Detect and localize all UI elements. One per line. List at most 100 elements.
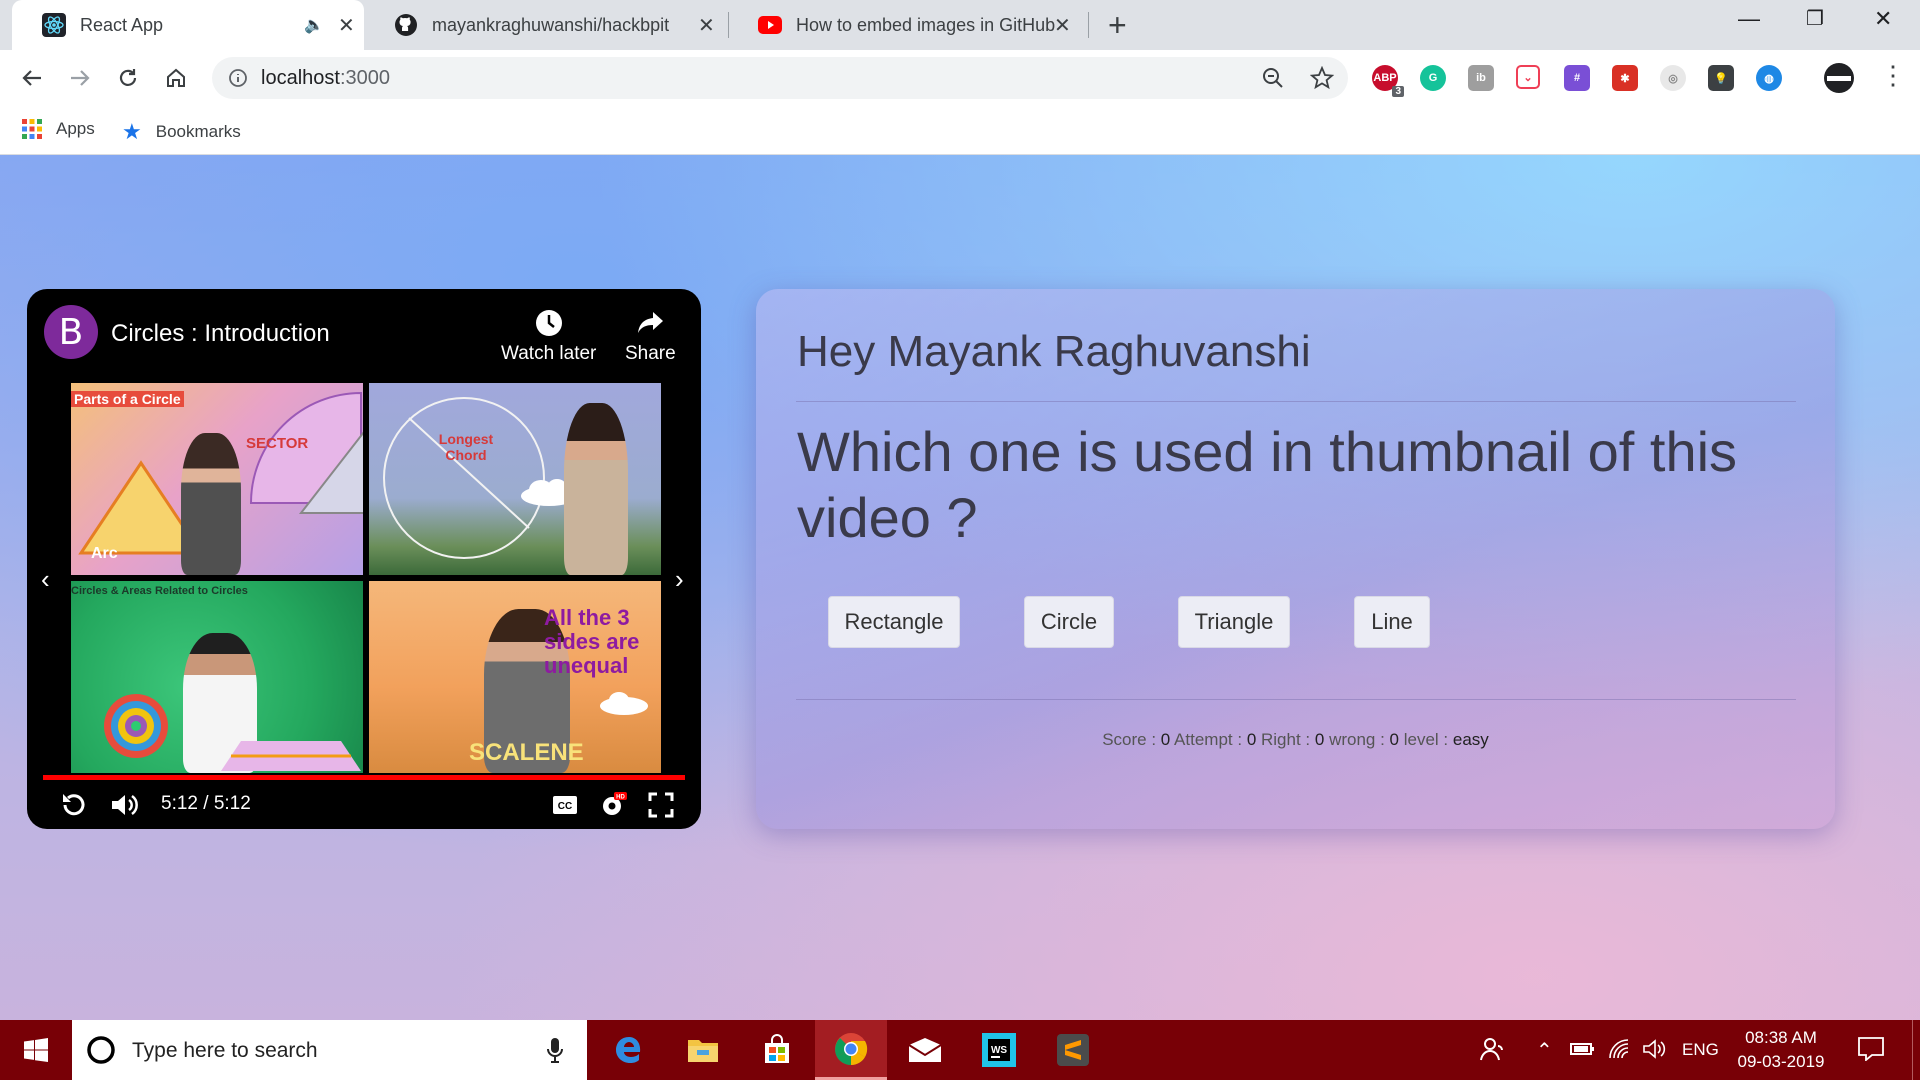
youtube-icon [758,13,782,37]
score-value: 0 [1160,730,1171,749]
address-bar[interactable]: localhost:3000 [212,57,1348,99]
sublime-app[interactable] [1037,1020,1109,1080]
microphone-icon[interactable] [546,1037,564,1063]
menu-kebab-icon[interactable]: ⋮ [1880,62,1906,88]
option-rectangle-button[interactable]: Rectangle [828,596,960,648]
home-button[interactable] [160,62,192,94]
clock-date: 09-03-2019 [1737,1052,1825,1071]
close-window-button[interactable]: ✕ [1874,6,1892,32]
tab-youtube[interactable]: How to embed images in GitHub ✕ [728,0,1090,50]
bookmarks-label: Bookmarks [155,122,241,141]
thumbnail-areas-circles[interactable]: Circles & Areas Related to Circles [71,581,363,773]
right-label: Right : [1256,730,1315,749]
video-title[interactable]: Circles : Introduction [111,320,330,348]
people-icon[interactable] [1480,1036,1504,1067]
ib-icon[interactable]: ib [1468,65,1494,91]
info-icon[interactable] [228,68,248,88]
wrong-label: wrong : [1324,730,1390,749]
wrong-value: 0 [1389,730,1400,749]
close-tab-icon[interactable]: ✕ [698,13,715,38]
cortana-icon [87,1036,115,1064]
thumbnail-parts-of-circle[interactable]: Parts of a Circle SECTOR Arc [71,383,363,575]
zoom-icon[interactable] [1262,67,1284,89]
replay-button[interactable] [57,789,89,821]
ext-purple-icon[interactable]: # [1564,65,1590,91]
back-button[interactable] [16,62,48,94]
taskbar-search[interactable]: Type here to search [72,1020,587,1080]
volume-tray-icon[interactable] [1642,1038,1666,1065]
greeting-heading: Hey Mayank Raghuvanshi [797,327,1311,376]
thumb-caption: Arc [91,545,118,562]
option-circle-button[interactable]: Circle [1024,596,1114,648]
show-hidden-icons-icon[interactable]: ⌃ [1536,1038,1553,1063]
search-placeholder: Type here to search [132,1039,318,1062]
forward-button[interactable] [64,62,96,94]
carousel-next-icon[interactable]: › [675,564,684,595]
pocket-icon[interactable]: ⌄ [1516,65,1540,89]
bookmarks-folder[interactable]: ★ Bookmarks [122,119,241,145]
start-button[interactable] [0,1020,72,1080]
webstorm-app[interactable]: WS [963,1020,1035,1080]
edge-app[interactable] [593,1020,665,1080]
svg-text:HD: HD [616,795,625,801]
url-host: localhost [261,67,340,89]
store-bag-icon [765,1034,789,1063]
bookmarks-bar: Apps ★ Bookmarks [0,106,1920,155]
store-app[interactable] [741,1020,813,1080]
forward-arrow-icon [71,70,90,86]
minimize-button[interactable]: — [1738,6,1760,32]
ext-circle-icon[interactable]: ◎ [1660,65,1686,91]
ext-red-icon[interactable]: ✱ [1612,65,1638,91]
mail-icon [908,1038,942,1062]
wifi-icon[interactable] [1608,1038,1632,1065]
share-label: Share [625,343,676,364]
action-center-icon[interactable] [1858,1037,1884,1066]
show-desktop-button[interactable] [1912,1020,1920,1080]
option-line-button[interactable]: Line [1354,596,1430,648]
input-language[interactable]: ENG [1682,1040,1719,1060]
apps-shortcut[interactable]: Apps [22,119,95,139]
share-button[interactable]: Share [625,303,676,365]
option-triangle-button[interactable]: Triangle [1178,596,1290,648]
cc-icon: CC [553,796,577,814]
grammarly-icon[interactable]: G [1420,65,1446,91]
thumbnail-longest-chord[interactable]: Longest Chord [369,383,661,575]
thumbnail-scalene[interactable]: All the 3 sides are unequal SCALENE [369,581,661,773]
video-player[interactable]: B Circles : Introduction Watch later Sha… [27,289,701,829]
speaker-icon[interactable]: 🔈 [304,15,324,35]
battery-icon[interactable] [1570,1041,1596,1062]
carousel-prev-icon[interactable]: ‹ [41,564,50,595]
profile-avatar[interactable] [1824,63,1854,93]
tab-react-app[interactable]: React App 🔈 ✕ [12,0,364,50]
volume-button[interactable] [109,789,141,821]
restore-button[interactable]: ❐ [1806,6,1824,31]
captions-button[interactable]: CC [549,789,581,821]
chrome-app[interactable] [815,1020,887,1080]
tab-github[interactable]: mayankraghuwanshi/hackbpit ✕ [364,0,726,50]
bookmark-star-icon[interactable] [1310,66,1334,90]
watch-later-label: Watch later [501,343,597,364]
file-explorer-app[interactable] [667,1020,739,1080]
new-tab-button[interactable]: + [1108,9,1127,41]
tab-separator [1088,12,1089,38]
channel-avatar[interactable]: B [44,305,98,359]
reload-button[interactable] [112,62,144,94]
progress-bar[interactable] [43,775,685,780]
clock[interactable]: 08:38 AM 09-03-2019 [1736,1026,1826,1074]
level-label: level : [1399,730,1453,749]
globe-icon[interactable]: ◍ [1756,65,1782,91]
fullscreen-button[interactable] [645,789,677,821]
settings-button[interactable]: HD [597,789,629,821]
thumb-caption: Circles & Areas Related to Circles [71,585,248,597]
close-tab-icon[interactable]: ✕ [1054,13,1071,38]
right-value: 0 [1314,730,1325,749]
close-tab-icon[interactable]: ✕ [338,13,355,38]
svg-text:WS: WS [991,1045,1007,1056]
thumb-caption: Longest Chord [438,431,494,463]
bulb-icon[interactable]: 💡 [1708,65,1734,91]
presenter-figure [564,403,628,575]
thumb-caption: SCALENE [469,739,584,766]
watch-later-button[interactable]: Watch later [501,303,596,365]
mail-app[interactable] [889,1020,961,1080]
adblock-icon[interactable]: ABP 3 [1372,65,1404,97]
